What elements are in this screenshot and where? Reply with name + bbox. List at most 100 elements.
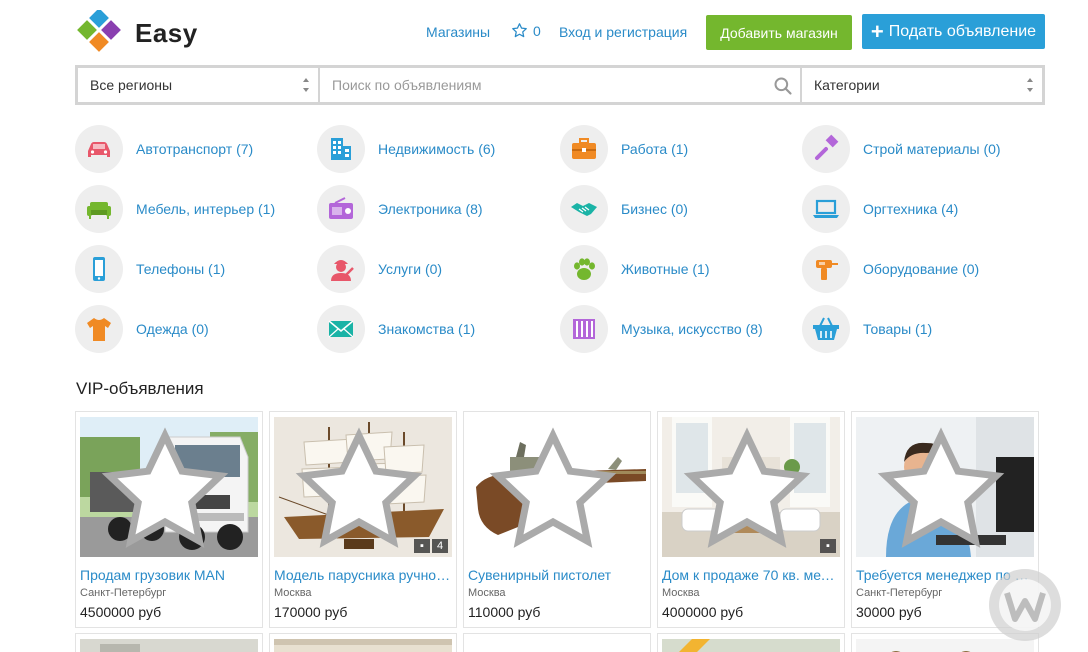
category-label: Электроника (8) [378, 201, 483, 217]
comment-icon: ▪ [414, 539, 430, 553]
laptop-icon [813, 199, 839, 218]
briefcase-icon [572, 138, 596, 159]
category-icon-circle [75, 185, 123, 233]
listing-image[interactable] [856, 417, 1034, 557]
category-electronics[interactable]: Электроника (8) [317, 185, 483, 233]
listing-image-partial [662, 639, 840, 652]
category-label: Мебель, интерьер (1) [136, 201, 276, 217]
photo-count: 4 [432, 539, 448, 553]
category-icon-circle [317, 125, 365, 173]
search-icon[interactable] [773, 76, 793, 96]
category-icon-circle [75, 245, 123, 293]
category-icon-circle [317, 305, 365, 353]
car-icon [88, 142, 110, 157]
listing-image[interactable]: ▪ 4 [274, 417, 452, 557]
favorite-star-icon[interactable] [468, 421, 642, 557]
category-label: Знакомства (1) [378, 321, 476, 337]
listing-image[interactable]: ▪ [662, 417, 840, 557]
category-work[interactable]: Работа (1) [560, 125, 688, 173]
listing-image-partial [468, 639, 646, 652]
favorite-star-icon[interactable] [856, 421, 1030, 557]
listing-city: Санкт-Петербург [856, 587, 943, 599]
vip-card-partial[interactable] [463, 633, 651, 652]
favorites-count: 0 [533, 22, 541, 39]
listing-image[interactable] [80, 417, 258, 557]
post-ad-button[interactable]: + Подать объявление [862, 14, 1045, 49]
category-services[interactable]: Услуги (0) [317, 245, 442, 293]
drill-icon [816, 260, 838, 280]
nav-favorites[interactable]: 0 [511, 22, 541, 39]
post-ad-label: Подать объявление [888, 22, 1037, 40]
select-arrows-icon [302, 78, 310, 92]
phone-icon [93, 257, 105, 281]
category-business[interactable]: Бизнес (0) [560, 185, 688, 233]
favorite-star-icon[interactable] [662, 421, 836, 557]
region-select[interactable]: Все регионы [78, 68, 320, 102]
category-icon-circle [560, 245, 608, 293]
category-real-estate[interactable]: Недвижимость (6) [317, 125, 495, 173]
category-animals[interactable]: Животные (1) [560, 245, 710, 293]
category-clothing[interactable]: Одежда (0) [75, 305, 209, 353]
nav-login-link[interactable]: Вход и регистрация [559, 24, 687, 40]
basket-icon [813, 317, 839, 340]
watermark-icon [989, 569, 1061, 641]
vip-card[interactable]: Продам грузовик MAN Санкт-Петербург 4500… [75, 411, 263, 628]
sofa-icon [87, 202, 111, 219]
category-autotransport[interactable]: Автотранспорт (7) [75, 125, 253, 173]
favorite-star-icon[interactable] [274, 421, 448, 557]
listing-title[interactable]: Дом к продаже 70 кв. метров [662, 567, 840, 583]
region-select-value: Все регионы [90, 77, 173, 93]
category-label: Одежда (0) [136, 321, 209, 337]
category-label: Бизнес (0) [621, 201, 688, 217]
listing-city: Санкт-Петербург [80, 587, 167, 599]
listing-price: 4500000 руб [80, 604, 162, 620]
category-icon-circle [560, 185, 608, 233]
category-office-equipment[interactable]: Оргтехника (4) [802, 185, 958, 233]
category-label: Недвижимость (6) [378, 141, 496, 157]
category-icon-circle [802, 305, 850, 353]
category-furniture[interactable]: Мебель, интерьер (1) [75, 185, 275, 233]
logo-text: Easy [135, 17, 198, 48]
vip-card[interactable]: ▪ 4 Модель парусника ручной работы Москв… [269, 411, 457, 628]
category-label: Автотранспорт (7) [136, 141, 254, 157]
listing-title[interactable]: Модель парусника ручной работы [274, 567, 452, 583]
category-icon-circle [802, 185, 850, 233]
category-dating[interactable]: Знакомства (1) [317, 305, 475, 353]
vip-card[interactable]: ▪ Дом к продаже 70 кв. метров Москва 400… [657, 411, 845, 628]
search-input[interactable] [320, 68, 800, 102]
vip-section-title: VIP-объявления [76, 379, 204, 398]
favorite-star-icon[interactable] [80, 421, 254, 557]
listing-title[interactable]: Сувенирный пистолет [468, 567, 646, 583]
category-label: Животные (1) [621, 261, 710, 277]
add-shop-label: Добавить магазин [720, 24, 838, 41]
vip-card-partial[interactable] [269, 633, 457, 652]
listing-price: 170000 руб [274, 604, 348, 620]
building-icon [331, 138, 351, 160]
category-select[interactable]: Категории [800, 68, 1042, 102]
add-shop-button[interactable]: Добавить магазин [706, 15, 852, 50]
vip-card[interactable]: Сувенирный пистолет Москва 110000 руб [463, 411, 651, 628]
category-equipment[interactable]: Оборудование (0) [802, 245, 979, 293]
listing-title[interactable]: Продам грузовик MAN [80, 567, 258, 583]
paint-brush-icon [815, 134, 839, 160]
listing-city: Москва [662, 587, 700, 599]
category-icon-circle [560, 305, 608, 353]
category-icon-circle [560, 125, 608, 173]
vip-card-partial[interactable] [75, 633, 263, 652]
listing-price: 4000000 руб [662, 604, 744, 620]
listing-price: 110000 руб [468, 604, 541, 620]
category-music-art[interactable]: Музыка, искусство (8) [560, 305, 763, 353]
envelope-icon [328, 320, 354, 338]
category-building-materials[interactable]: Строй материалы (0) [802, 125, 1001, 173]
category-phones[interactable]: Телефоны (1) [75, 245, 225, 293]
comments-badge: ▪ [818, 539, 836, 553]
category-label: Работа (1) [621, 141, 689, 157]
nav-shops-link[interactable]: Магазины [426, 24, 490, 40]
listing-image[interactable] [468, 417, 646, 557]
vip-card-partial[interactable] [657, 633, 845, 652]
radio-icon [329, 197, 353, 219]
worker-icon [331, 260, 354, 281]
handshake-icon [571, 203, 597, 216]
category-goods[interactable]: Товары (1) [802, 305, 932, 353]
logo[interactable]: Easy [75, 10, 205, 56]
